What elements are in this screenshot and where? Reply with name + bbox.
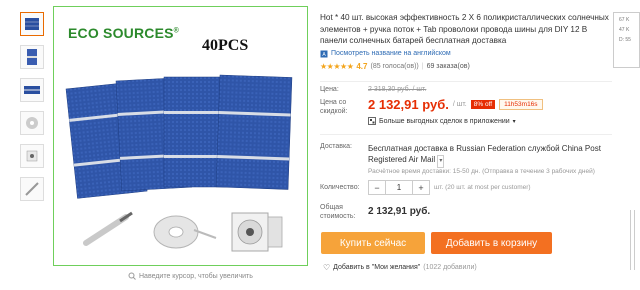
- star-rating-icon: ★★★★★: [320, 61, 354, 71]
- rating-value: 4.7: [356, 61, 368, 71]
- side-widget-value: D: 55: [619, 37, 631, 43]
- discount-price-label: Цена со скидкой:: [320, 99, 348, 115]
- thumbnail-5[interactable]: [20, 144, 44, 168]
- quantity-label: Количество:: [320, 184, 360, 191]
- spool-thumb-icon: [26, 150, 38, 162]
- side-widget-value: 67 K: [619, 17, 630, 23]
- quantity-row: Количество: − 1 + шт. (20 шт. at most pe…: [320, 180, 612, 196]
- shipping-label: Доставка:: [320, 143, 353, 150]
- divider: [320, 81, 612, 82]
- qr-code-icon: [368, 117, 376, 125]
- main-product-image[interactable]: ECO SOURCES® 40PCS: [53, 6, 308, 266]
- zoom-hint: Наведите курсор, чтобы увеличить: [128, 272, 253, 280]
- buy-now-button[interactable]: Купить сейчас: [321, 232, 425, 254]
- votes-link[interactable]: (85 голоса(ов)): [370, 63, 418, 70]
- thumbnail-3[interactable]: [20, 78, 44, 102]
- translate-link-text[interactable]: Посмотреть название на английском: [331, 50, 451, 57]
- thumbnail-6[interactable]: [20, 177, 44, 201]
- solar-cells-illustration: [65, 74, 293, 252]
- discount-price: 2 132,91 руб.: [368, 97, 449, 112]
- separator: |: [421, 62, 424, 70]
- increment-button[interactable]: +: [413, 181, 429, 194]
- side-widget-value: 47 K: [619, 27, 630, 33]
- rating-row: ★★★★★ 4.7 (85 голоса(ов)) | 69 заказа(ов…: [320, 62, 612, 71]
- chevron-down-icon: ▾: [512, 118, 516, 125]
- discount-price-row: Цена со скидкой: 2 132,91 руб. / шт. 8% o…: [320, 97, 612, 117]
- original-price-row: Цена: 2 318,30 руб. / шт.: [320, 86, 612, 96]
- decrement-button[interactable]: −: [369, 181, 385, 194]
- thumbnail-4[interactable]: [20, 111, 44, 135]
- chevron-down-icon: ▾: [437, 155, 445, 168]
- scrollbar[interactable]: [630, 210, 635, 270]
- add-to-cart-button[interactable]: Добавить в корзину: [431, 232, 552, 254]
- shipping-row: Доставка: Бесплатная доставка в Russian …: [320, 143, 612, 177]
- product-title: Hot * 40 шт. высокая эффективность 2 X 6…: [320, 13, 609, 45]
- delivery-estimate: Расчётное время доставки: 15-50 дн. (Отп…: [368, 168, 595, 175]
- quantity-stepper[interactable]: − 1 +: [368, 180, 430, 195]
- side-price-widget: 67 K 47 K D: 55: [613, 12, 640, 68]
- total-price: 2 132,91 руб.: [368, 206, 431, 217]
- magnifier-icon: [128, 272, 136, 280]
- wishlist-text[interactable]: Добавить в "Мои желания": [333, 264, 420, 271]
- quantity-input[interactable]: 1: [385, 181, 413, 194]
- original-price: 2 318,30 руб. / шт.: [368, 86, 427, 93]
- orders-count: 69 заказа(ов): [426, 62, 470, 70]
- cell-closeup-thumb-icon: [27, 49, 37, 65]
- discount-badge: 8% off: [470, 100, 496, 109]
- flux-pen-thumb-icon: [25, 182, 39, 196]
- thumbnail-list: [20, 12, 46, 210]
- translate-icon: A: [320, 50, 328, 58]
- solar-cells-thumb-icon: [25, 18, 39, 30]
- divider: [320, 134, 612, 135]
- per-unit-label: / шт.: [452, 101, 467, 108]
- countdown-timer: 11h53m16s: [499, 99, 543, 110]
- price-label: Цена:: [320, 86, 339, 93]
- app-deals-text[interactable]: Больше выгодных сделок в приложении: [379, 118, 510, 125]
- total-row: Общая стоимость: 2 132,91 руб.: [320, 204, 612, 222]
- translate-link[interactable]: A Посмотреть название на английском: [320, 50, 612, 58]
- thumbnail-2[interactable]: [20, 45, 44, 69]
- quantity-note: шт. (20 шт. at most per customer): [434, 184, 531, 191]
- cell-tab-thumb-icon: [24, 86, 40, 94]
- wire-roll-thumb-icon: [26, 117, 38, 129]
- heart-icon: ♡: [323, 263, 331, 272]
- shipping-method[interactable]: Бесплатная доставка в Russian Federation…: [368, 143, 616, 168]
- zoom-hint-text: Наведите курсор, чтобы увеличить: [139, 272, 253, 280]
- wishlist-link[interactable]: ♡ Добавить в "Мои желания" (1022 добавил…: [323, 263, 477, 272]
- product-info: Hot * 40 шт. высокая эффективность 2 X 6…: [320, 12, 612, 71]
- wishlist-count: (1022 добавили): [423, 264, 477, 271]
- thumbnail-1[interactable]: [20, 12, 44, 36]
- total-label: Общая стоимость:: [320, 204, 356, 220]
- app-deals[interactable]: Больше выгодных сделок в приложении ▾: [368, 117, 516, 125]
